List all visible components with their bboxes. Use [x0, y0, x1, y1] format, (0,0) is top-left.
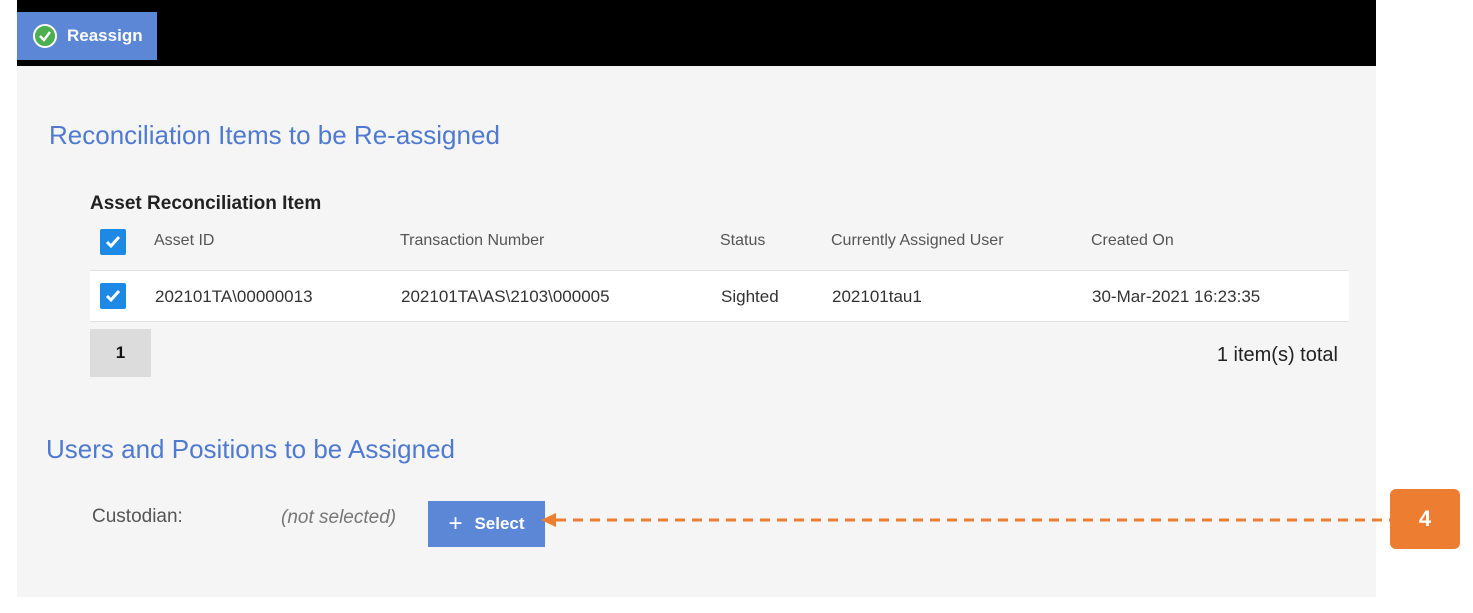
callout-arrow	[541, 513, 1390, 527]
callout-badge: 4	[1390, 489, 1460, 549]
